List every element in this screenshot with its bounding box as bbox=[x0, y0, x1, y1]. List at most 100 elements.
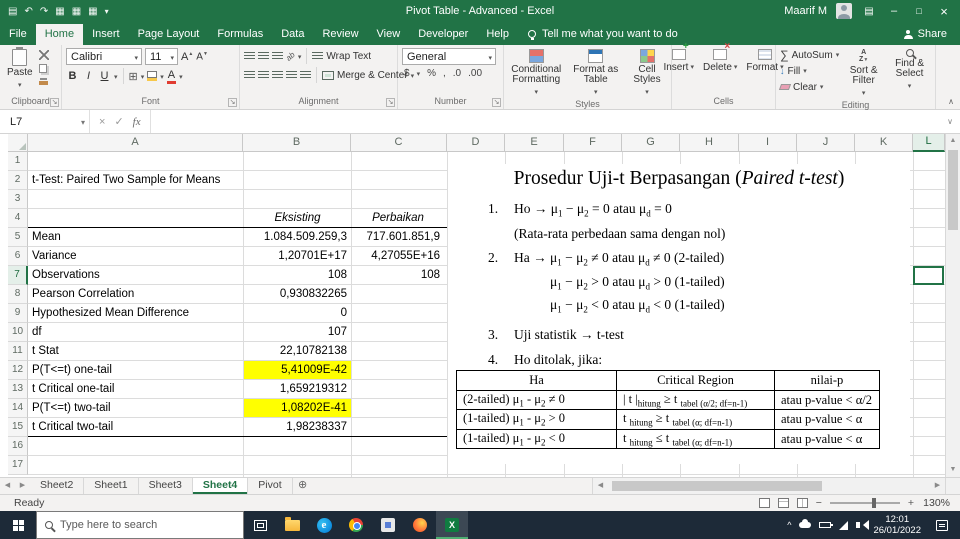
col-header-d[interactable]: D bbox=[447, 134, 505, 152]
table-tool-icon[interactable] bbox=[88, 6, 97, 17]
borders-icon[interactable] bbox=[129, 70, 138, 83]
cell-b7[interactable]: 108 bbox=[244, 266, 351, 284]
row-header-5[interactable]: 5 bbox=[8, 228, 28, 247]
name-box-caret-icon[interactable] bbox=[81, 116, 85, 128]
decrease-indent-icon[interactable] bbox=[286, 71, 297, 79]
vertical-scrollbar[interactable] bbox=[945, 134, 960, 477]
cell-c4[interactable]: Perbaikan bbox=[352, 209, 444, 228]
sort-filter-button[interactable]: AZ Sort & Filter bbox=[842, 48, 885, 100]
row-header-12[interactable]: 12 bbox=[8, 361, 28, 380]
cell-a11[interactable]: t Stat bbox=[32, 342, 237, 361]
cell-a12[interactable]: P(T<=t) one-tail bbox=[32, 361, 237, 380]
col-header-e[interactable]: E bbox=[505, 134, 564, 152]
sheet-nav-left-icon[interactable] bbox=[0, 478, 15, 494]
insert-cells-button[interactable]: Insert bbox=[660, 42, 697, 74]
tab-home[interactable]: Home bbox=[35, 24, 84, 45]
hscroll-left-icon[interactable] bbox=[593, 478, 608, 494]
font-name-select[interactable]: Calibri bbox=[66, 48, 142, 65]
align-left-icon[interactable] bbox=[244, 71, 255, 79]
row-header-4[interactable]: 4 bbox=[8, 209, 28, 228]
worksheet-grid[interactable]: Prosedur Uji-t Berpasangan (Paired t-tes… bbox=[28, 152, 945, 477]
excel-taskbar-button-active[interactable]: X bbox=[436, 511, 468, 539]
volume-icon[interactable] bbox=[856, 520, 870, 530]
col-header-j[interactable]: J bbox=[797, 134, 855, 152]
fill-color-caret-icon[interactable] bbox=[160, 71, 164, 82]
tab-insert[interactable]: Insert bbox=[83, 24, 129, 45]
align-top-icon[interactable] bbox=[244, 52, 255, 60]
percent-style-icon[interactable]: % bbox=[427, 68, 436, 79]
tab-view[interactable]: View bbox=[368, 24, 410, 45]
zoom-level[interactable]: 130% bbox=[922, 497, 950, 509]
tab-developer[interactable]: Developer bbox=[409, 24, 477, 45]
col-header-c[interactable]: C bbox=[351, 134, 447, 152]
scroll-up-icon[interactable] bbox=[946, 134, 960, 148]
row-header-7-selected[interactable]: 7 bbox=[8, 266, 28, 285]
align-bottom-icon[interactable] bbox=[272, 52, 283, 60]
embedded-slide-image[interactable]: Prosedur Uji-t Berpasangan (Paired t-tes… bbox=[448, 164, 910, 464]
col-header-g[interactable]: G bbox=[622, 134, 680, 152]
conditional-formatting-button[interactable]: Conditional Formatting bbox=[508, 48, 565, 99]
decrease-decimal-icon[interactable]: .00 bbox=[468, 68, 482, 79]
expand-formula-bar-icon[interactable] bbox=[940, 110, 960, 133]
cell-a13[interactable]: t Critical one-tail bbox=[32, 380, 237, 399]
insert-function-icon[interactable]: fx bbox=[133, 116, 141, 128]
decrease-font-size-icon[interactable]: A bbox=[196, 51, 208, 62]
font-size-select[interactable]: 11 bbox=[145, 48, 178, 65]
select-all-corner[interactable] bbox=[8, 134, 28, 152]
sheet-nav-right-icon[interactable] bbox=[15, 478, 30, 494]
increase-decimal-icon[interactable]: .0 bbox=[453, 68, 461, 79]
row-header-6[interactable]: 6 bbox=[8, 247, 28, 266]
cut-icon[interactable] bbox=[38, 50, 49, 60]
share-button[interactable]: Share bbox=[891, 28, 960, 45]
table-tool-icon[interactable] bbox=[72, 6, 81, 17]
row-header-9[interactable]: 9 bbox=[8, 304, 28, 323]
col-header-f[interactable]: F bbox=[564, 134, 622, 152]
cell-b4[interactable]: Eksisting bbox=[244, 209, 351, 228]
find-select-button[interactable]: Find & Select bbox=[888, 48, 931, 93]
chrome-button[interactable] bbox=[340, 511, 372, 539]
delete-cells-button[interactable]: Delete bbox=[700, 42, 740, 74]
confirm-entry-icon[interactable] bbox=[114, 115, 123, 128]
cell-a2-title[interactable]: t-Test: Paired Two Sample for Means bbox=[32, 171, 237, 190]
app-button[interactable] bbox=[372, 511, 404, 539]
accounting-caret-icon[interactable] bbox=[417, 68, 421, 79]
cell-c7[interactable]: 108 bbox=[352, 266, 444, 284]
row-header-11[interactable]: 11 bbox=[8, 342, 28, 361]
underline-caret-icon[interactable] bbox=[114, 71, 118, 82]
user-name[interactable]: Maarif M bbox=[784, 5, 827, 17]
cell-b8[interactable]: 0,930832265 bbox=[244, 285, 351, 303]
col-header-k[interactable]: K bbox=[855, 134, 913, 152]
align-right-icon[interactable] bbox=[272, 71, 283, 79]
view-normal-icon[interactable] bbox=[758, 498, 770, 508]
row-header-15[interactable]: 15 bbox=[8, 418, 28, 437]
clipboard-dialog-launcher[interactable] bbox=[50, 98, 59, 107]
cell-a5[interactable]: Mean bbox=[32, 228, 237, 247]
orientation-caret-icon[interactable] bbox=[298, 51, 302, 62]
cell-b15[interactable]: 1,98238337 bbox=[244, 418, 351, 436]
sheet-tab-pivot[interactable]: Pivot bbox=[248, 478, 293, 494]
sheet-tab-sheet1[interactable]: Sheet1 bbox=[84, 478, 139, 494]
zoom-slider[interactable] bbox=[829, 498, 900, 508]
undo-icon[interactable] bbox=[24, 6, 32, 17]
cell-a15[interactable]: t Critical two-tail bbox=[32, 418, 237, 437]
format-as-table-button[interactable]: Format as Table bbox=[568, 48, 625, 99]
autosum-button[interactable]: ∑ AutoSum bbox=[780, 48, 839, 62]
copy-icon[interactable] bbox=[38, 64, 47, 73]
cancel-entry-icon[interactable] bbox=[99, 116, 105, 128]
align-middle-icon[interactable] bbox=[258, 52, 269, 60]
cell-a14[interactable]: P(T<=t) two-tail bbox=[32, 399, 237, 418]
align-center-icon[interactable] bbox=[258, 71, 269, 79]
cell-b9[interactable]: 0 bbox=[244, 304, 351, 322]
sheet-tab-sheet2[interactable]: Sheet2 bbox=[30, 478, 85, 494]
avatar[interactable] bbox=[836, 3, 852, 19]
cell-b5[interactable]: 1.084.509.259,3 bbox=[244, 228, 351, 246]
formula-input[interactable] bbox=[151, 110, 940, 133]
view-page-layout-icon[interactable] bbox=[777, 498, 789, 508]
minimize-button[interactable] bbox=[886, 5, 902, 17]
increase-font-size-icon[interactable]: A bbox=[181, 51, 193, 63]
italic-button[interactable]: I bbox=[82, 69, 95, 83]
save-icon[interactable] bbox=[8, 6, 17, 17]
zoom-slider-thumb[interactable] bbox=[871, 498, 876, 508]
table-tool-icon[interactable] bbox=[55, 6, 64, 17]
horizontal-scrollbar[interactable] bbox=[592, 478, 960, 494]
